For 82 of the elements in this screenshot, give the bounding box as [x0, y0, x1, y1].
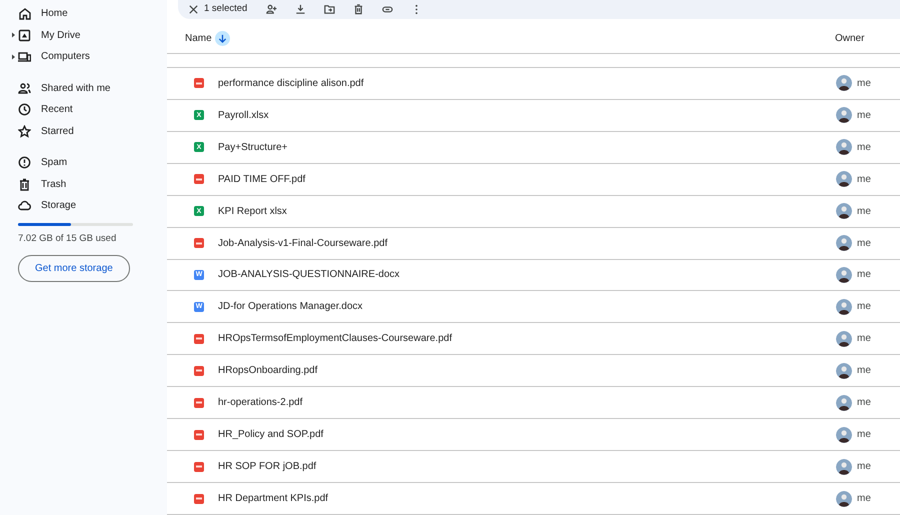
sidebar-item[interactable]: Home	[41, 6, 68, 22]
avatar	[836, 426, 852, 443]
drive-icon	[18, 28, 31, 42]
avatar	[836, 139, 852, 156]
avatar	[836, 107, 852, 124]
avatar	[836, 362, 852, 379]
owner-name: me	[857, 428, 871, 442]
pdf-file-icon	[194, 494, 204, 504]
down-arrow-icon	[218, 34, 227, 43]
get-storage-button[interactable]: Get more storage	[18, 254, 130, 282]
owner-name: me	[857, 268, 871, 282]
close-icon	[188, 4, 198, 15]
selection-count: 1 selected	[204, 2, 248, 16]
trash-icon	[353, 4, 364, 15]
avatar	[836, 203, 852, 220]
column-header[interactable]: Name	[185, 30, 212, 46]
file-name[interactable]: JOB-ANALYSIS-QUESTIONNAIRE-docx	[218, 267, 836, 282]
file-name[interactable]: JD-for Operations Manager.docx	[218, 299, 836, 314]
people-icon	[18, 82, 31, 95]
file-name[interactable]: HR_Policy and SOP.pdf	[218, 427, 836, 442]
owner-name: me	[857, 108, 871, 123]
sidebar-item[interactable]: Recent	[41, 102, 73, 118]
link-icon	[382, 4, 394, 15]
owner-name: me	[857, 76, 871, 91]
owner-name: me	[857, 204, 871, 219]
file-name[interactable]: Payroll.xlsx	[218, 108, 836, 123]
avatar	[836, 490, 852, 507]
add-person-icon	[266, 4, 278, 15]
file-name[interactable]: hr-operations-2.pdf	[218, 395, 836, 410]
folder-icon	[324, 4, 336, 15]
avatar	[836, 75, 852, 92]
file-name[interactable]: Job-Analysis-v1-Final-Courseware.pdf	[218, 236, 836, 251]
sidebar-item[interactable]: Computers	[41, 49, 90, 64]
pdf-file-icon	[194, 238, 204, 248]
home-icon	[18, 7, 31, 20]
pdf-file-icon	[194, 430, 204, 440]
computer-icon	[18, 50, 31, 64]
owner-name: me	[857, 172, 871, 187]
file-name[interactable]: HR SOP FOR jOB.pdf	[218, 459, 836, 474]
owner-name: me	[857, 460, 871, 474]
pdf-file-icon	[194, 398, 204, 408]
owner-name: me	[857, 492, 871, 506]
owner-name: me	[857, 332, 871, 346]
storage-usage-text: 7.02 GB of 15 GB used	[18, 232, 118, 246]
owner-name: me	[857, 364, 871, 378]
file-name[interactable]: performance discipline alison.pdf	[218, 76, 836, 91]
pdf-file-icon	[194, 334, 204, 344]
owner-name: me	[857, 396, 871, 410]
avatar	[836, 171, 852, 188]
owner-name: me	[857, 236, 871, 251]
sidebar-item[interactable]: Shared with me	[41, 80, 110, 96]
file-name[interactable]: KPI Report xlsx	[218, 204, 836, 219]
cloud-icon	[18, 199, 31, 212]
file-name[interactable]: HRopsOnboarding.pdf	[218, 363, 836, 378]
file-name[interactable]: HROpsTermsofEmploymentClauses-Courseware.pdf	[218, 331, 836, 346]
download-icon	[295, 4, 306, 15]
sidebar-item[interactable]: Starred	[41, 124, 74, 139]
column-header[interactable]: Owner	[835, 30, 864, 46]
file-name[interactable]: HR Department KPIs.pdf	[218, 491, 836, 506]
trash-icon	[18, 178, 31, 191]
alert-icon	[18, 156, 31, 170]
sidebar-item[interactable]: Spam	[41, 155, 68, 170]
file-name[interactable]: Pay+Structure+	[218, 140, 836, 155]
file-name[interactable]: PAID TIME OFF.pdf	[218, 172, 836, 187]
sidebar-item[interactable]: Storage	[41, 198, 76, 214]
pdf-file-icon	[194, 78, 204, 88]
clock-icon	[18, 103, 31, 116]
avatar	[836, 266, 852, 283]
sidebar-item[interactable]: Trash	[41, 176, 66, 192]
avatar	[836, 394, 852, 411]
pdf-file-icon	[194, 366, 204, 376]
avatar	[836, 458, 852, 475]
star-icon	[18, 124, 31, 138]
avatar	[836, 298, 852, 315]
sort-button[interactable]	[214, 30, 230, 46]
owner-name: me	[857, 140, 871, 155]
pdf-file-icon	[194, 174, 204, 184]
sidebar-item[interactable]: My Drive	[41, 28, 80, 43]
avatar	[836, 330, 852, 347]
pdf-file-icon	[194, 462, 204, 472]
owner-name: me	[857, 300, 871, 314]
avatar	[836, 235, 852, 252]
